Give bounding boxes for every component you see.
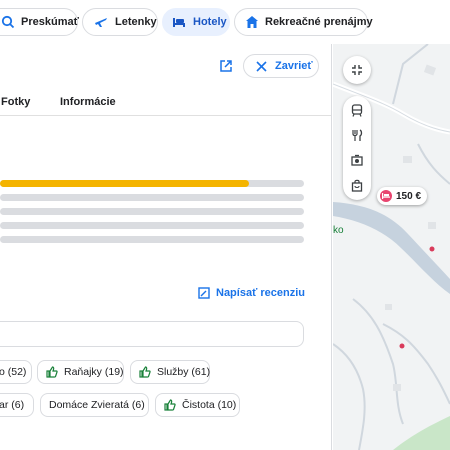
thumb-up-icon (46, 366, 58, 378)
review-topic-tag[interactable]: Domáce Zvieratá (6) (40, 393, 149, 417)
hotel-details-panel: Zavrieť Fotky Informácie Napísať recenzi… (0, 44, 332, 450)
home-icon (245, 14, 259, 30)
explore-icon (1, 14, 15, 30)
review-topic-tag[interactable]: ar (6) (0, 393, 34, 417)
map-place-label: ko (333, 225, 344, 236)
rating-bar (0, 180, 304, 187)
close-button[interactable]: Zavrieť (243, 54, 319, 78)
rating-bar (0, 194, 304, 201)
hotel-price-marker[interactable]: 150 € (377, 187, 428, 205)
shopping-bag-icon[interactable] (349, 177, 365, 193)
transit-icon[interactable] (349, 102, 365, 118)
chip-hotels-label: Hotely (193, 16, 227, 28)
review-topic-tag[interactable]: Služby (61) (130, 360, 210, 384)
map-layer-tools (343, 96, 371, 200)
chip-hotels[interactable]: Hotely (162, 8, 230, 36)
tag-label: Raňajky (19) (64, 366, 124, 378)
review-topic-tag[interactable]: Raňajky (19) (37, 360, 124, 384)
chip-explore[interactable]: Preskúmať (0, 8, 79, 36)
review-topic-tag[interactable]: o (52) (0, 360, 32, 384)
open-in-new-button[interactable] (214, 54, 238, 78)
flight-icon (93, 14, 109, 30)
tab-information[interactable]: Informácie (60, 96, 116, 108)
tag-label: o (52) (0, 366, 27, 378)
tag-label: Čistota (10) (182, 399, 237, 411)
review-topic-tag[interactable]: Čistota (10) (155, 393, 240, 417)
write-review-label: Napísať recenziu (216, 287, 306, 299)
open-in-new-icon (219, 59, 233, 73)
hotel-bed-icon (171, 14, 187, 30)
rating-bar-fill (0, 180, 250, 187)
chip-flights[interactable]: Letenky (82, 8, 158, 36)
thumb-up-icon (139, 366, 151, 378)
collapse-icon (351, 64, 363, 76)
close-icon (256, 60, 267, 72)
tag-label: ar (6) (0, 399, 25, 411)
chip-flights-label: Letenky (115, 16, 157, 28)
museum-icon[interactable] (349, 152, 365, 168)
rate-review-icon (198, 287, 210, 299)
chip-vacation-rentals[interactable]: Rekreačné prenájmy (234, 8, 373, 36)
thumb-up-icon (164, 399, 176, 411)
rating-bar (0, 222, 304, 229)
panel-tabs: Fotky Informácie (0, 88, 331, 116)
rating-bar (0, 208, 304, 215)
close-button-label: Zavrieť (275, 60, 313, 72)
map-view[interactable]: 150 € ko (333, 44, 450, 450)
top-navigation-bar: Preskúmať Letenky Hotely Rekreačné prená… (0, 0, 450, 44)
rating-bar (0, 236, 304, 243)
chip-vacation-rentals-label: Rekreačné prenájmy (265, 16, 373, 28)
collapse-map-button[interactable] (343, 56, 371, 84)
tab-photos[interactable]: Fotky (1, 96, 30, 108)
write-review-button[interactable]: Napísať recenziu (198, 287, 305, 299)
tag-label: Služby (61) (157, 366, 211, 378)
review-search-input[interactable] (0, 321, 304, 347)
restaurant-icon[interactable] (349, 127, 365, 143)
hotel-bed-icon (380, 190, 392, 202)
chip-explore-label: Preskúmať (21, 16, 79, 28)
price-label: 150 € (396, 190, 422, 202)
tag-label: Domáce Zvieratá (6) (49, 399, 145, 411)
